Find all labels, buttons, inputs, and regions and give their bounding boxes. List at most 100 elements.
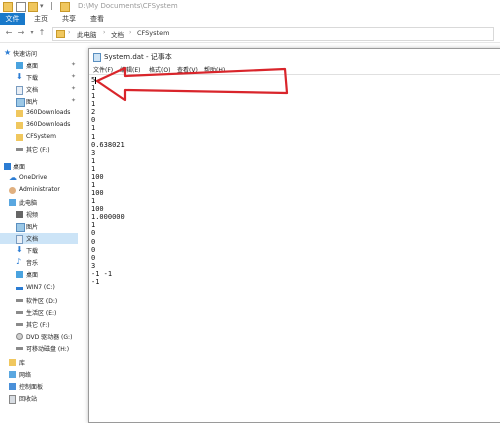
forward-arrow-icon[interactable]: → [16, 28, 26, 38]
sidebar-item-label: 此电脑 [19, 200, 38, 207]
tab-file[interactable]: 文件 [0, 13, 25, 25]
sidebar-item-desktop-pc[interactable]: 桌面 [0, 269, 78, 280]
sidebar-item-label: 快速访问 [13, 51, 38, 58]
notepad-text-area[interactable]: 5 1 1 1 2 0 1 1 0.638021 3 1 1 100 1 100… [91, 76, 491, 416]
folder-icon [60, 2, 70, 12]
sidebar-item-360downloads-1[interactable]: 360Downloads [0, 108, 78, 119]
text-line: 100 [91, 205, 104, 214]
sidebar-item-label: 回收站 [19, 396, 38, 403]
sidebar-item-label: CFSystem [26, 133, 56, 140]
dvd-icon [16, 333, 23, 340]
tab-view[interactable]: 查看 [86, 13, 108, 25]
tab-share[interactable]: 共享 [58, 13, 80, 25]
recent-locations-chevron-icon[interactable]: ▾ [27, 28, 37, 38]
breadcrumb-separator: › [103, 29, 106, 36]
breadcrumb-cfsystem[interactable]: CFSystem [137, 29, 169, 37]
text-line: 100 [91, 189, 104, 198]
sidebar-item-network[interactable]: 网络 [0, 369, 78, 380]
drive-icon [16, 311, 23, 314]
pin-icon[interactable]: ✦ [71, 97, 76, 104]
sidebar-item-drive-f-quick[interactable]: 其它 (F:) [0, 144, 78, 155]
annotation-arrow [95, 66, 289, 102]
notepad-icon [93, 53, 101, 62]
download-arrow-icon: ⬇ [16, 245, 23, 254]
breadcrumb-separator: › [68, 29, 71, 36]
sidebar-item-downloads-pc[interactable]: ⬇ 下载 [0, 245, 78, 256]
text-line: 2 [91, 108, 96, 117]
sidebar-item-desktop[interactable]: 桌面 ✦ [0, 60, 78, 71]
pin-icon[interactable]: ✦ [71, 85, 76, 92]
drive-icon [16, 299, 23, 302]
control-panel-icon [9, 383, 16, 390]
sidebar-item-drive-g[interactable]: DVD 驱动器 (G:) [0, 331, 78, 342]
sidebar-item-documents-pc[interactable]: 文档 [0, 233, 78, 244]
sidebar-item-videos[interactable]: 视频 [0, 209, 78, 220]
sidebar-item-drive-f[interactable]: 其它 (F:) [0, 319, 78, 330]
sidebar-item-pictures-pc[interactable]: 图片 [0, 221, 78, 232]
sidebar-item-documents[interactable]: 文档 ✦ [0, 84, 78, 95]
sidebar-item-label: OneDrive [19, 174, 48, 181]
sidebar-item-drive-h[interactable]: 可移动磁盘 (H:) [0, 343, 78, 354]
sidebar-item-downloads[interactable]: ⬇ 下载 ✦ [0, 72, 78, 83]
sidebar-item-quick-access[interactable]: ★ 快速访问 [0, 48, 78, 59]
back-arrow-icon[interactable]: ← [4, 28, 14, 38]
text-line: 0 [91, 237, 96, 246]
navigation-pane: ★ 快速访问 桌面 ✦ ⬇ 下载 ✦ 文档 ✦ 图片 ✦ 360Download… [0, 43, 80, 421]
window-title: D:\My Documents\CFSystem [78, 2, 178, 10]
folder-icon [3, 2, 13, 12]
sidebar-item-label: DVD 驱动器 (G:) [26, 334, 73, 341]
explorer-title-bar: ▾ D:\My Documents\CFSystem [0, 0, 500, 13]
text-line: 0.638021 [91, 140, 125, 149]
folder-icon [16, 134, 23, 141]
notepad-title-bar[interactable]: System.dat - 记事本 [89, 49, 500, 64]
sidebar-item-desktop-root[interactable]: 桌面 [0, 161, 78, 172]
network-icon [9, 371, 16, 378]
desktop-icon [4, 163, 11, 170]
text-line: 3 [91, 148, 96, 157]
sidebar-item-label: 软件区 (D:) [26, 298, 58, 305]
sidebar-item-pictures[interactable]: 图片 ✦ [0, 96, 78, 107]
drive-icon [16, 323, 23, 326]
customize-toolbar-icon[interactable]: ▾ [40, 2, 48, 10]
sidebar-item-cfsystem[interactable]: CFSystem [0, 132, 78, 143]
title-divider [51, 2, 52, 10]
pin-icon[interactable]: ✦ [71, 61, 76, 68]
text-line: 0 [91, 253, 96, 262]
text-line: -1 [91, 277, 100, 286]
address-bar[interactable]: › 此电脑 › 文档 › CFSystem [52, 27, 494, 41]
sidebar-item-this-pc[interactable]: 此电脑 [0, 197, 78, 208]
sidebar-item-onedrive[interactable]: ☁ OneDrive [0, 173, 78, 184]
breadcrumb-this-pc[interactable]: 此电脑 [77, 29, 97, 39]
notepad-window: System.dat - 记事本 文件(F) 编辑(E) 格式(O) 查看(V)… [88, 48, 500, 423]
sidebar-item-label: 桌面 [26, 63, 39, 70]
sidebar-item-label: 下载 [26, 75, 39, 82]
folder-icon [16, 110, 23, 117]
sidebar-item-label: 音乐 [26, 260, 39, 267]
sidebar-item-drive-e[interactable]: 生活区 (E:) [0, 307, 78, 318]
sidebar-item-label: 文档 [26, 236, 39, 243]
new-folder-icon[interactable] [28, 2, 38, 12]
text-line: 1 [91, 164, 96, 173]
sidebar-item-music[interactable]: ♪ 音乐 [0, 257, 78, 268]
up-arrow-icon[interactable]: ↑ [37, 28, 47, 38]
music-note-icon: ♪ [16, 257, 22, 266]
sidebar-item-label: 视频 [26, 212, 39, 219]
breadcrumb-documents[interactable]: 文档 [111, 29, 124, 39]
sidebar-item-recycle-bin[interactable]: 回收站 [0, 393, 78, 404]
text-line: -1 -1 [91, 269, 113, 278]
properties-icon[interactable] [16, 2, 26, 12]
sidebar-item-label: 桌面 [26, 272, 39, 279]
sidebar-item-drive-c[interactable]: WIN7 (C:) [0, 283, 78, 294]
sidebar-item-administrator[interactable]: Administrator [0, 185, 78, 196]
sidebar-item-label: 其它 (F:) [26, 147, 50, 154]
sidebar-item-label: 生活区 (E:) [26, 310, 57, 317]
tab-home[interactable]: 主页 [30, 13, 52, 25]
sidebar-item-control-panel[interactable]: 控制面板 [0, 381, 78, 392]
sidebar-item-label: 控制面板 [19, 384, 44, 391]
text-line: 1 [91, 132, 96, 141]
sidebar-item-label: 其它 (F:) [26, 322, 50, 329]
sidebar-item-libraries[interactable]: 库 [0, 357, 78, 368]
pin-icon[interactable]: ✦ [71, 73, 76, 80]
sidebar-item-360downloads-2[interactable]: 360Downloads [0, 120, 78, 131]
sidebar-item-drive-d[interactable]: 软件区 (D:) [0, 295, 78, 306]
